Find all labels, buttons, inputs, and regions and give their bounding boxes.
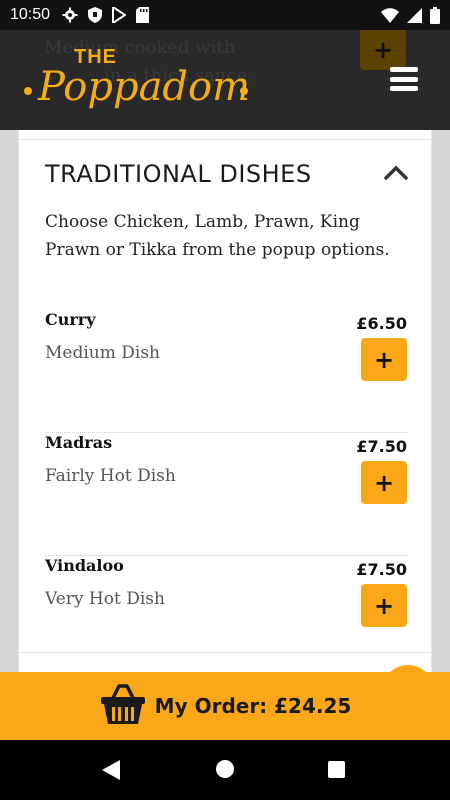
item-name: Vindaloo bbox=[45, 556, 124, 575]
wifi-icon bbox=[381, 7, 399, 23]
play-store-icon bbox=[112, 7, 127, 23]
status-bar: 10:50 bbox=[0, 0, 450, 30]
item-price: £6.50 bbox=[356, 314, 407, 333]
item-description: Medium Dish bbox=[45, 343, 160, 363]
logo-name: Poppadom bbox=[38, 64, 251, 110]
home-icon[interactable] bbox=[216, 760, 234, 778]
back-icon[interactable] bbox=[102, 760, 120, 784]
add-item-button[interactable]: + bbox=[361, 584, 407, 627]
hamburger-menu-icon[interactable] bbox=[390, 67, 418, 91]
menu-item: Vindaloo Very Hot Dish £7.50 + bbox=[45, 556, 407, 679]
section-title: TRADITIONAL DISHES bbox=[45, 160, 312, 188]
item-name: Curry bbox=[45, 310, 96, 329]
basket-icon bbox=[99, 682, 147, 730]
item-description: Fairly Hot Dish bbox=[45, 466, 176, 486]
menu-section-card: TRADITIONAL DISHES Choose Chicken, Lamb,… bbox=[18, 130, 432, 675]
gear-icon bbox=[62, 7, 78, 23]
sd-card-icon bbox=[136, 7, 150, 23]
signal-icon bbox=[407, 7, 422, 23]
item-price: £7.50 bbox=[356, 437, 407, 456]
my-order-bar[interactable]: My Order: £24.25 bbox=[0, 672, 450, 740]
scrolled-add-button[interactable]: + bbox=[360, 30, 406, 70]
shield-icon bbox=[88, 7, 103, 23]
menu-item: Curry Medium Dish £6.50 + bbox=[45, 310, 407, 433]
item-price: £7.50 bbox=[356, 560, 407, 579]
section-description: Choose Chicken, Lamb, Prawn, King Prawn … bbox=[45, 212, 390, 260]
logo-dot-right bbox=[240, 87, 248, 95]
my-order-label: My Order: £24.25 bbox=[154, 694, 352, 718]
add-item-button[interactable]: + bbox=[361, 461, 407, 504]
recents-icon[interactable] bbox=[328, 761, 345, 778]
item-name: Madras bbox=[45, 433, 113, 452]
item-description: Very Hot Dish bbox=[45, 589, 165, 609]
status-time: 10:50 bbox=[10, 6, 51, 23]
logo-dot-left bbox=[24, 87, 32, 95]
chevron-up-icon[interactable] bbox=[383, 162, 409, 182]
battery-icon bbox=[430, 6, 440, 24]
add-item-button[interactable]: + bbox=[361, 338, 407, 381]
menu-item: Madras Fairly Hot Dish £7.50 + bbox=[45, 433, 407, 556]
system-nav-bar bbox=[0, 740, 450, 800]
app-header: Medium cooked with in a thick sauce. + T… bbox=[0, 30, 450, 130]
